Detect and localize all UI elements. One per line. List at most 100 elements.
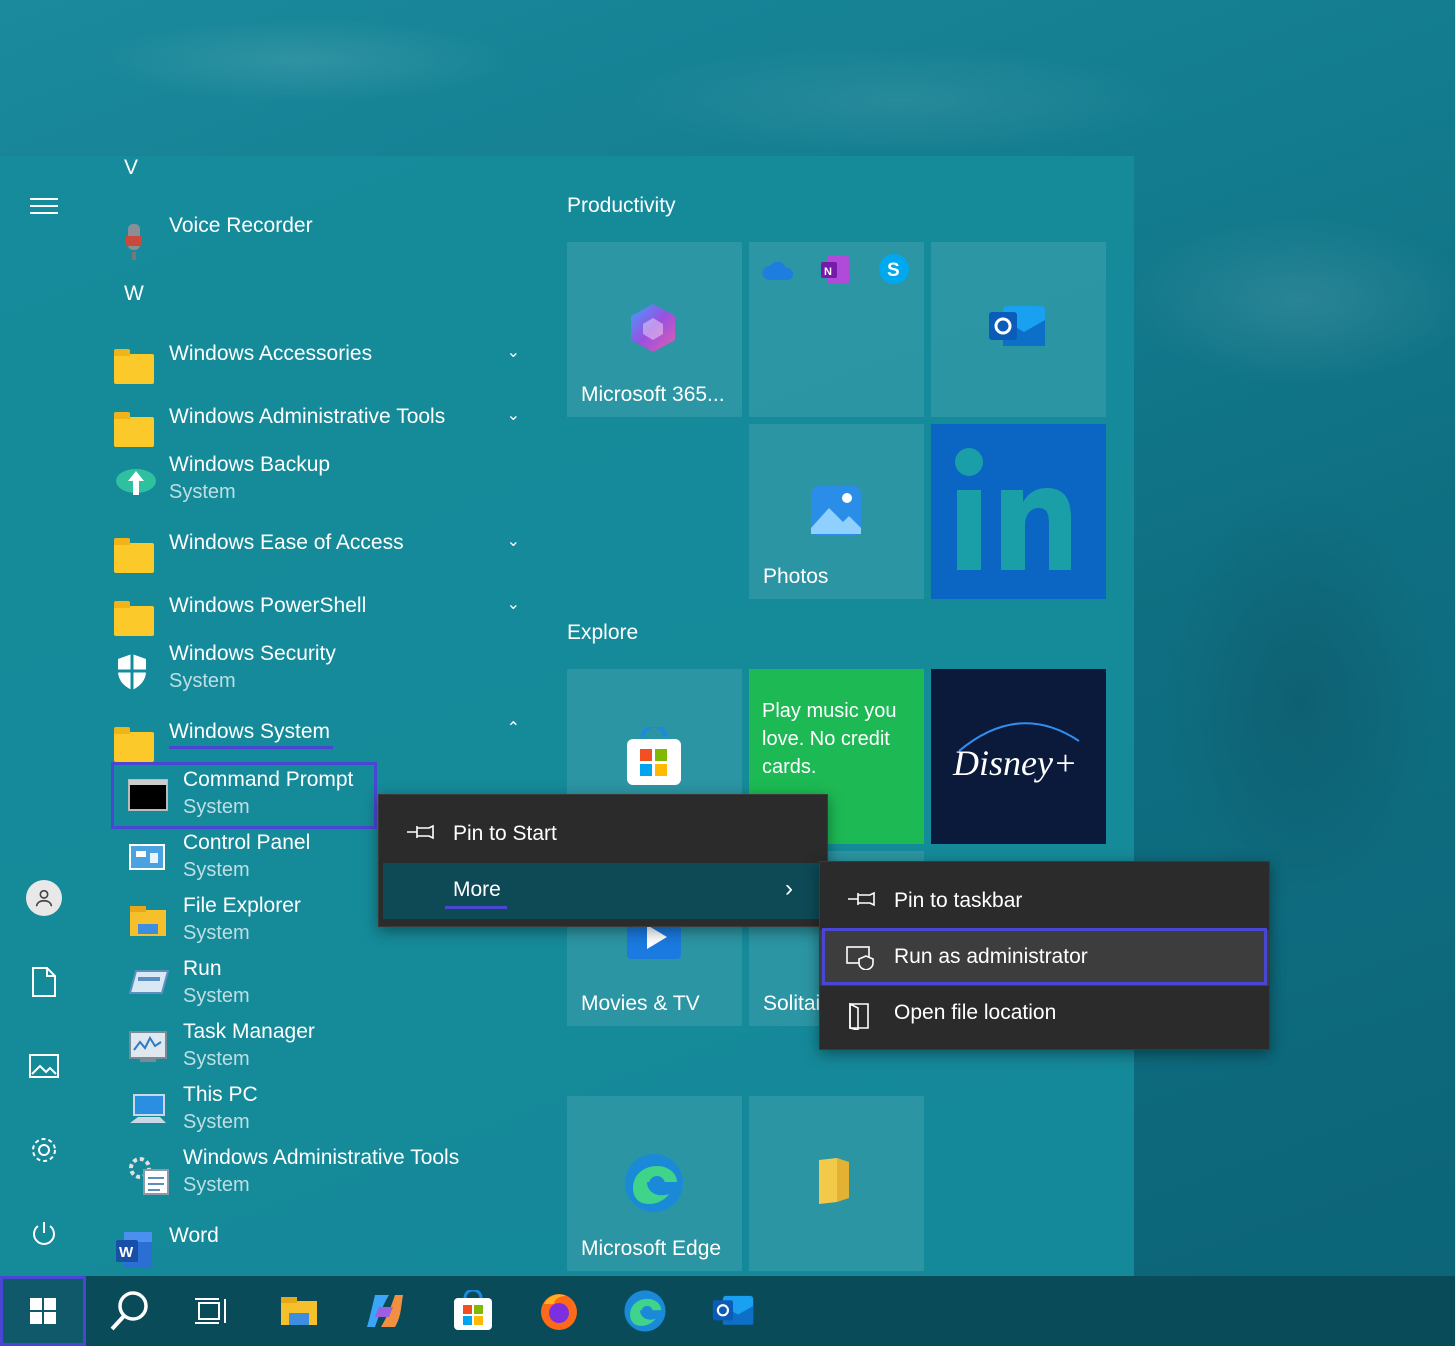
app-subtitle: System [183, 922, 250, 944]
folder-icon [114, 537, 154, 577]
tile-label: Movies & TV [581, 992, 700, 1015]
app-name: Windows Administrative Tools [183, 1146, 460, 1169]
app-word[interactable]: W Word [110, 1220, 540, 1276]
app-voice-recorder[interactable]: Voice Recorder [110, 212, 540, 268]
taskbar-outlook[interactable] [690, 1276, 776, 1346]
menu-item-pin-to-taskbar[interactable]: Pin to taskbar [820, 874, 1269, 930]
menu-item-open-file-location[interactable]: Open file location [820, 986, 1269, 1042]
app-subtitle: System [183, 859, 250, 881]
folder-icon [114, 348, 154, 388]
menu-item-more[interactable]: More › [383, 863, 823, 919]
app-name: Windows Ease of Access [169, 531, 404, 554]
taskbar-edge[interactable] [602, 1276, 688, 1346]
computer-icon [128, 1093, 168, 1133]
svg-text:N: N [824, 266, 832, 278]
shield-icon [114, 652, 154, 692]
windows-system-underline [169, 746, 333, 749]
skype-icon: S [877, 252, 911, 291]
menu-item-pin-to-start[interactable]: Pin to Start [379, 807, 827, 863]
menu-item-label: Open file location [894, 1001, 1057, 1024]
tile-microsoft-365[interactable]: Microsoft 365... [567, 242, 742, 417]
taskbar [0, 1276, 1455, 1346]
microsoft-store-icon [454, 1290, 492, 1330]
svg-text:W: W [119, 1244, 134, 1261]
folder-windows-ease-of-access[interactable]: Windows Ease of Access ⌄ [110, 527, 540, 583]
folder-icon [817, 1156, 851, 1211]
folder-windows-accessories[interactable]: Windows Accessories ⌄ [110, 338, 540, 394]
pictures-button[interactable] [22, 1044, 66, 1088]
file-location-icon [846, 1002, 872, 1036]
taskbar-file-explorer[interactable] [256, 1276, 342, 1346]
admin-tools-icon [128, 1156, 169, 1196]
task-view-button[interactable] [168, 1276, 254, 1346]
hamburger-menu-icon[interactable] [22, 184, 66, 228]
folder-icon [114, 600, 154, 640]
copilot-icon [367, 1295, 403, 1327]
app-name: Voice Recorder [169, 214, 313, 237]
chevron-down-icon: ⌄ [506, 407, 520, 424]
command-prompt-highlight [111, 762, 377, 829]
user-account-button[interactable] [22, 876, 66, 920]
tile-disney-plus[interactable]: Disney+ [931, 669, 1106, 844]
word-icon: W [114, 1230, 154, 1270]
onedrive-icon [761, 260, 795, 287]
more-underline [445, 906, 507, 909]
documents-button[interactable] [22, 960, 66, 1004]
picture-icon [29, 1054, 59, 1078]
app-name: Windows Backup [169, 453, 331, 476]
taskbar-copilot[interactable] [342, 1276, 428, 1346]
linkedin-icon [955, 448, 1085, 583]
app-windows-administrative-tools-system[interactable]: Windows Administrative Tools System [110, 1146, 540, 1202]
tile-microsoft-edge[interactable]: Microsoft Edge [567, 1096, 742, 1271]
group-title-explore[interactable]: Explore [567, 621, 638, 645]
tile-outlook[interactable] [931, 242, 1106, 417]
tile-label: Solitai [763, 992, 821, 1015]
tile-label: Microsoft Edge [581, 1237, 722, 1260]
app-task-manager[interactable]: Task Manager System [110, 1020, 540, 1076]
app-windows-security[interactable]: Windows Security System [110, 642, 540, 698]
app-subtitle: System [183, 1048, 250, 1070]
photos-icon [809, 484, 863, 543]
folder-windows-administrative-tools[interactable]: Windows Administrative Tools ⌄ [110, 401, 540, 457]
backup-icon [114, 463, 156, 503]
folder-windows-powershell[interactable]: Windows PowerShell ⌄ [110, 590, 540, 646]
taskbar-microsoft-store[interactable] [430, 1276, 516, 1346]
menu-item-label: More [453, 878, 501, 901]
app-run[interactable]: Run System [110, 957, 540, 1013]
tile-photos[interactable]: Photos [749, 424, 924, 599]
chevron-down-icon: ⌄ [506, 533, 520, 550]
file-explorer-icon [128, 904, 168, 944]
app-this-pc[interactable]: This PC System [110, 1083, 540, 1139]
svg-text:S: S [887, 260, 900, 281]
taskbar-firefox[interactable] [516, 1276, 602, 1346]
app-name: Word [169, 1224, 219, 1247]
folder-icon [114, 411, 154, 451]
settings-button[interactable] [22, 1128, 66, 1172]
power-button[interactable] [22, 1212, 66, 1256]
group-title-productivity[interactable]: Productivity [567, 194, 676, 218]
edge-icon [624, 1290, 666, 1332]
tile-label: Microsoft 365... [581, 383, 725, 406]
tile-office-apps[interactable]: N S [749, 242, 924, 417]
svg-text:Disney+: Disney+ [952, 743, 1077, 783]
more-submenu: Pin to taskbar Run as administrator Open… [819, 861, 1270, 1050]
app-subtitle: System [169, 481, 236, 503]
app-name: Windows Security [169, 642, 336, 665]
app-name: This PC [183, 1083, 258, 1106]
chevron-down-icon: ⌄ [506, 596, 520, 613]
search-button[interactable] [86, 1276, 172, 1346]
app-subtitle: System [169, 670, 236, 692]
letter-header-w[interactable]: W [124, 282, 144, 306]
letter-header-v[interactable]: V [124, 156, 138, 180]
tile-linkedin[interactable] [931, 424, 1106, 599]
pin-icon [846, 890, 876, 914]
microphone-icon [114, 222, 154, 262]
gear-icon [32, 1138, 56, 1162]
app-subtitle: System [183, 985, 250, 1007]
control-panel-icon [128, 841, 168, 881]
app-subtitle: System [183, 1111, 250, 1133]
microsoft-365-icon [625, 300, 681, 361]
tile-folder[interactable] [749, 1096, 924, 1271]
task-view-icon [195, 1298, 226, 1324]
app-windows-backup[interactable]: Windows Backup System [110, 453, 540, 509]
